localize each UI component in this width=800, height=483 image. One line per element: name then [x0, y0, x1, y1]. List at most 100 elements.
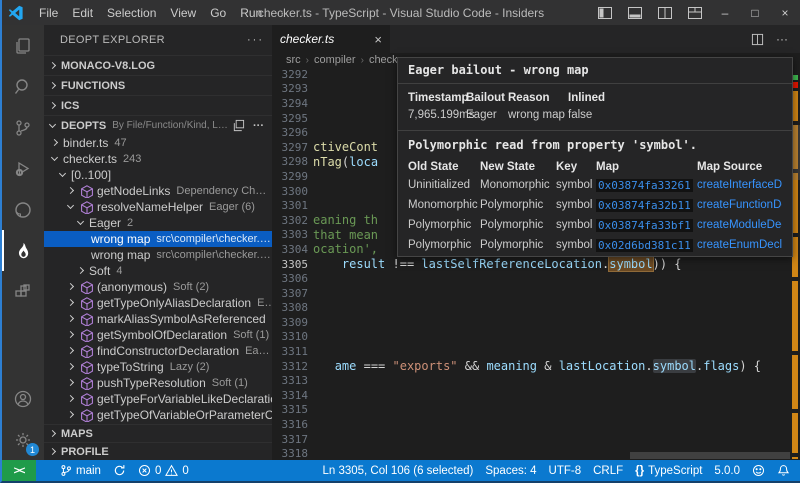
tree-item-findConstructorDeclaration[interactable]: findConstructorDeclaration Eager (1)	[44, 343, 272, 359]
settings-gear-icon[interactable]: 1	[2, 419, 44, 460]
code-line[interactable]: 3314	[272, 388, 800, 403]
deopt-explorer-flame-icon[interactable]	[2, 230, 44, 271]
code-line[interactable]: 3316	[272, 417, 800, 432]
line-number: 3302	[272, 214, 308, 227]
menu-edit[interactable]: Edit	[65, 0, 100, 25]
code-text: ocation',	[313, 242, 378, 256]
title-bar: File Edit Selection View Go Run ··· chec…	[2, 0, 800, 25]
branch-indicator[interactable]: main	[54, 460, 107, 481]
code-line[interactable]: 3317	[272, 432, 800, 447]
line-number: 3293	[272, 82, 308, 95]
tree-item-binder-ts[interactable]: binder.ts 47	[44, 135, 272, 151]
extensions-icon[interactable]	[2, 271, 44, 312]
tree-item-anonymous[interactable]: (anonymous) Soft (2)	[44, 279, 272, 295]
toggle-panel-icon[interactable]	[620, 0, 650, 25]
account-icon[interactable]	[2, 378, 44, 419]
sync-button[interactable]	[107, 460, 132, 481]
close-button[interactable]: ×	[770, 0, 800, 25]
map-address-link[interactable]: 0x03874fa32b11	[596, 199, 693, 212]
language-mode[interactable]: {} TypeScript	[629, 460, 708, 481]
line-number: 3313	[272, 374, 308, 387]
chevron-right-icon	[48, 61, 58, 71]
search-icon[interactable]	[2, 66, 44, 107]
chevron-right-icon	[66, 346, 76, 356]
tab-close-icon[interactable]: ×	[374, 32, 382, 47]
code-line[interactable]: 3313	[272, 373, 800, 388]
map-source-link[interactable]: createInterfaceDeclaration	[697, 179, 782, 191]
function-cube-icon	[79, 328, 93, 342]
maximize-button[interactable]: □	[740, 0, 770, 25]
map-source-link[interactable]: createModuleDeclaration	[697, 219, 782, 231]
tree-item-getNodeLinks[interactable]: getNodeLinks Dependency Change (1)	[44, 183, 272, 199]
code-line[interactable]: 3310	[272, 330, 800, 345]
section-monaco-v8-log[interactable]: MONACO-V8.LOG	[44, 55, 272, 75]
tree-item-getTypeForVariableLikeDeclaration[interactable]: getTypeForVariableLikeDeclaration...	[44, 391, 272, 407]
section-functions[interactable]: FUNCTIONS	[44, 75, 272, 95]
toggle-secondary-sidebar-icon[interactable]	[650, 0, 680, 25]
tree-item-markAliasSymbolAsReferenced[interactable]: markAliasSymbolAsReferenced Eage...	[44, 311, 272, 327]
tree-item-getSymbolOfDeclaration[interactable]: getSymbolOfDeclaration Soft (1)	[44, 327, 272, 343]
github-icon[interactable]	[2, 189, 44, 230]
sidebar-more-icon[interactable]: ···	[247, 34, 264, 46]
code-line[interactable]: 3315	[272, 403, 800, 418]
map-address-link[interactable]: 0x03874fa33bf1	[596, 219, 693, 232]
code-line[interactable]: 3309	[272, 315, 800, 330]
section-deopts[interactable]: DEOPTS By File/Function/Kind, Location ·…	[44, 115, 272, 135]
tree-item-getTypeOnlyAliasDeclaration[interactable]: getTypeOnlyAliasDeclaration Eager (1)	[44, 295, 272, 311]
toggle-sidebar-icon[interactable]	[590, 0, 620, 25]
map-address-link[interactable]: 0x02d6bd381c11	[596, 239, 693, 252]
section-ics[interactable]: ICS	[44, 95, 272, 115]
map-address-link[interactable]: 0x03874fa33261	[596, 179, 693, 192]
indentation[interactable]: Spaces: 4	[479, 460, 542, 481]
breadcrumb-src[interactable]: src	[286, 54, 301, 66]
menu-view[interactable]: View	[163, 0, 203, 25]
feedback-button[interactable]	[746, 460, 771, 481]
tree-item-checker-ts[interactable]: checker.ts 243	[44, 151, 272, 167]
breadcrumb-compiler[interactable]: compiler	[314, 54, 356, 66]
tree-item-range-0-100[interactable]: [0..100]	[44, 167, 272, 183]
tab-checker-ts[interactable]: checker.ts ×	[272, 25, 390, 53]
eol-sequence[interactable]: CRLF	[587, 460, 629, 481]
code-line[interactable]: 3306	[272, 271, 800, 286]
section-maps[interactable]: MAPS	[44, 424, 272, 442]
code-line[interactable]: 3308	[272, 301, 800, 316]
code-line[interactable]: 3307	[272, 286, 800, 301]
tree-item-resolveNameHelper[interactable]: resolveNameHelper Eager (6)	[44, 199, 272, 215]
tree-item-wrong-map-selected[interactable]: wrong map src\compiler\checker.ts:330...	[44, 231, 272, 247]
tree-item-eager-group[interactable]: Eager 2	[44, 215, 272, 231]
tree-item-soft-group[interactable]: Soft 4	[44, 263, 272, 279]
map-source-link[interactable]: createEnumDeclaration	[697, 239, 782, 251]
ts-version[interactable]: 5.0.0	[708, 460, 746, 481]
code-line[interactable]: 3311	[272, 344, 800, 359]
explorer-icon[interactable]	[2, 25, 44, 66]
section-more-icon[interactable]: ···	[253, 120, 264, 132]
encoding[interactable]: UTF-8	[543, 460, 588, 481]
editor-more-icon[interactable]: ···	[776, 32, 788, 46]
tree-item-pushTypeResolution[interactable]: pushTypeResolution Soft (1)	[44, 375, 272, 391]
run-debug-icon[interactable]	[2, 148, 44, 189]
problems-indicator[interactable]: 0 0	[132, 460, 195, 481]
minimize-button[interactable]: –	[710, 0, 740, 25]
tree-item-typeToString[interactable]: typeToString Lazy (2)	[44, 359, 272, 375]
menu-go[interactable]: Go	[203, 0, 233, 25]
tree-item-getTypeOfVariableOrParameterOrPr[interactable]: getTypeOfVariableOrParameterOrPr...	[44, 407, 272, 423]
tree-item-wrong-map[interactable]: wrong map src\compiler\checker.ts:348...	[44, 247, 272, 263]
line-number: 3310	[272, 330, 308, 343]
source-control-icon[interactable]	[2, 107, 44, 148]
split-editor-icon[interactable]	[751, 33, 764, 46]
vscode-logo-icon	[8, 5, 24, 21]
menu-file[interactable]: File	[32, 0, 65, 25]
remote-indicator[interactable]: ><	[2, 460, 36, 481]
customize-layout-icon[interactable]	[680, 0, 710, 25]
line-number: 3318	[272, 447, 308, 460]
horizontal-scrollbar[interactable]	[630, 452, 790, 459]
section-profile[interactable]: PROFILE	[44, 442, 272, 460]
code-line[interactable]: 3312 ame === "exports" && meaning & last…	[272, 359, 800, 374]
cursor-position[interactable]: Ln 3305, Col 106 (6 selected)	[316, 460, 479, 481]
code-line[interactable]: 3305 result !== lastSelfReferenceLocatio…	[272, 257, 800, 272]
notifications-button[interactable]	[771, 460, 800, 481]
collapse-all-icon[interactable]	[232, 119, 245, 132]
menu-selection[interactable]: Selection	[100, 0, 163, 25]
map-source-link[interactable]: createFunctionDeclaration	[697, 199, 782, 211]
bell-icon	[777, 464, 790, 477]
